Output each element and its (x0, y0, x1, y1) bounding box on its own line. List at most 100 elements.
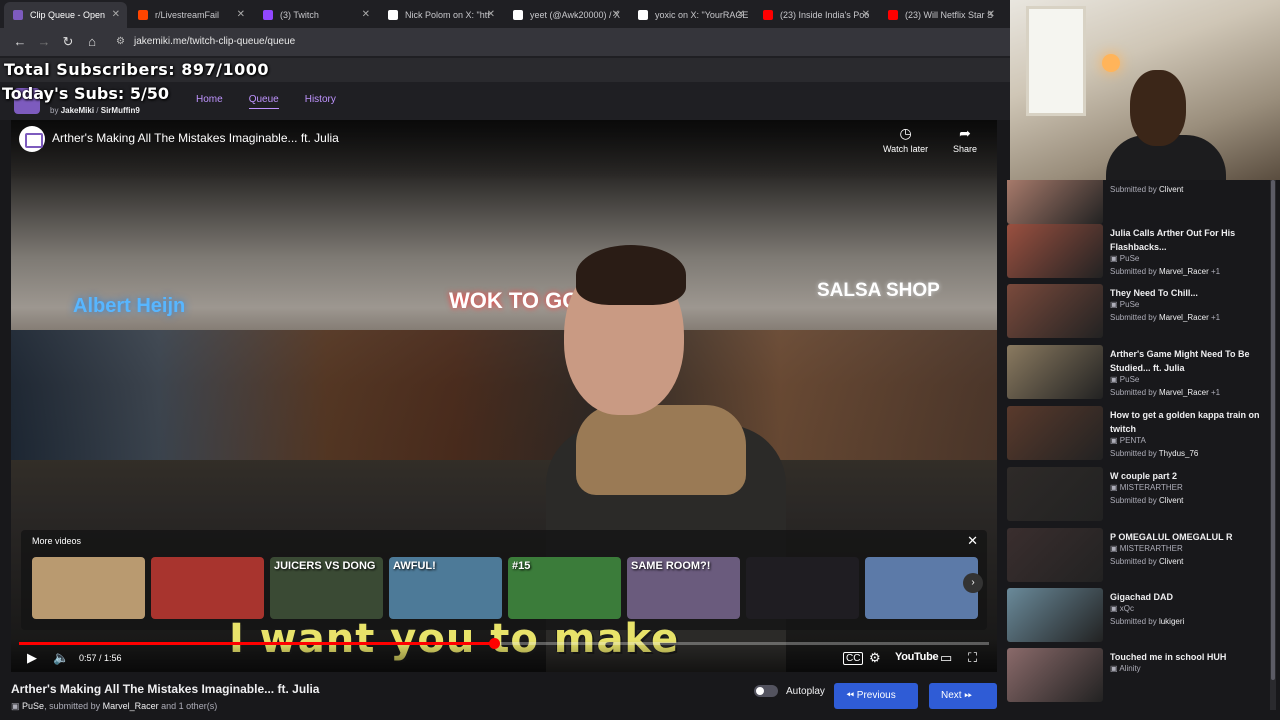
today-subs-overlay: Today's Subs: 5/50 (2, 84, 170, 103)
more-video-thumb[interactable] (32, 557, 145, 619)
sidebar-scrollbar[interactable] (1270, 180, 1276, 710)
queue-item[interactable]: Julia Calls Arther Out For His Flashback… (1007, 224, 1267, 282)
reload-icon[interactable]: ↻ (56, 30, 80, 54)
home-icon[interactable]: ⌂ (80, 30, 104, 54)
close-icon[interactable]: ✕ (967, 533, 978, 549)
submitted-label: Submitted by (1110, 313, 1157, 322)
more-video-thumb[interactable]: AWFUL! (389, 557, 502, 619)
url-field[interactable]: ⚙ jakemiki.me/twitch-clip-queue/queue (114, 31, 994, 53)
queue-item-title[interactable]: How to get a golden kappa train on twitc… (1110, 408, 1265, 436)
autoplay-switch[interactable] (754, 685, 778, 697)
queue-item[interactable]: P OMEGALUL OMEGALUL R ▣ MISTERARTHER Submi… (1007, 528, 1267, 586)
queue-item-thumbnail[interactable] (1007, 406, 1103, 460)
more-video-thumb[interactable] (151, 557, 264, 619)
forward-icon[interactable]: → (32, 30, 56, 54)
cast-icon[interactable]: ▭ (940, 650, 952, 666)
previous-button[interactable]: ⏪︎ Previous (834, 683, 918, 709)
more-video-thumb[interactable]: #15 (508, 557, 621, 619)
queue-item-channel: ▣ MISTERARTHER (1110, 544, 1183, 553)
clip-channel[interactable]: PuSe (22, 701, 44, 711)
queue-item-title[interactable]: W couple part 2 (1110, 469, 1265, 483)
more-video-thumb[interactable] (746, 557, 859, 619)
thumb-text: #15 (512, 560, 531, 572)
tab-label: (23) Will Netflix Star S (905, 10, 994, 20)
more-video-thumb[interactable]: SAME ROOM?! (627, 557, 740, 619)
queue-item-title[interactable]: They Need To Chill... (1110, 286, 1265, 300)
tab-close-icon[interactable]: ✕ (862, 2, 870, 28)
tab-close-icon[interactable]: ✕ (987, 2, 995, 28)
queue-channel-name: Cinna (1120, 180, 1141, 181)
queue-channel-name: PENTA (1119, 436, 1146, 445)
tab-label: (23) Inside India's Poo (780, 10, 870, 20)
watch-later-button[interactable]: ◷ Watch later (883, 125, 928, 154)
channel-avatar[interactable] (19, 126, 45, 152)
queue-item-thumbnail[interactable] (1007, 648, 1103, 702)
queue-item[interactable]: ▣ Cinna Submitted by Clivent (1007, 180, 1267, 228)
queue-item[interactable]: They Need To Chill... ▣ PuSe Submitted by … (1007, 284, 1267, 342)
nav-history[interactable]: History (305, 94, 336, 109)
queue-item-title[interactable]: Arther's Game Might Need To Be Studied..… (1110, 347, 1265, 375)
tab-close-icon[interactable]: ✕ (612, 2, 620, 28)
browser-tab[interactable]: (3) Twitch ✕ (254, 2, 377, 28)
back-icon[interactable]: ← (8, 30, 32, 54)
queue-item-thumbnail[interactable] (1007, 588, 1103, 642)
nav-home[interactable]: Home (196, 94, 223, 109)
queue-item-title[interactable]: P OMEGALUL OMEGALUL R (1110, 530, 1265, 544)
browser-tab[interactable]: (23) Inside India's Poo ✕ (754, 2, 877, 28)
tab-close-icon[interactable]: ✕ (737, 2, 745, 28)
tab-close-icon[interactable]: ✕ (112, 2, 120, 28)
share-button[interactable]: ➦ Share (953, 125, 977, 154)
browser-tab[interactable]: Clip Queue - Open ✕ (4, 2, 127, 28)
queue-item-thumbnail[interactable] (1007, 224, 1103, 278)
browser-tab[interactable]: yoxic on X: "YourRAGE ✕ (629, 2, 752, 28)
youtube-logo[interactable]: YouTube (895, 651, 939, 663)
video-player[interactable]: Albert Heijn WOK TO GO SALSA SHOP Arther… (11, 120, 997, 672)
queue-item[interactable]: How to get a golden kappa train on twitc… (1007, 406, 1267, 464)
thumb-text: JUICERS VS DONG (274, 560, 376, 572)
settings-gear-icon[interactable]: ⚙ (869, 650, 881, 666)
tab-close-icon[interactable]: ✕ (237, 2, 245, 28)
chevron-right-icon[interactable]: › (963, 573, 983, 593)
site-info-icon[interactable]: ⚙ (116, 31, 125, 53)
queue-item[interactable]: Touched me in school HUH ▣ Alinity (1007, 648, 1267, 706)
progress-bar[interactable] (19, 638, 989, 649)
autoplay-toggle[interactable]: Autoplay (754, 685, 825, 697)
browser-tab[interactable]: Nick Polom on X: "htt ✕ (379, 2, 502, 28)
fullscreen-icon[interactable]: ⛶ (968, 650, 977, 666)
more-video-thumb[interactable] (865, 557, 978, 619)
queue-item-thumbnail[interactable] (1007, 467, 1103, 521)
more-video-thumb[interactable]: JUICERS VS DONG (270, 557, 383, 619)
browser-tab[interactable]: (23) Will Netflix Star S ✕ (879, 2, 1002, 28)
browser-tab[interactable]: r/LivestreamFail ✕ (129, 2, 252, 28)
credits-by: by (50, 106, 59, 115)
tab-label: yoxic on X: "YourRAGE (655, 10, 749, 20)
queue-item-thumbnail[interactable] (1007, 528, 1103, 582)
play-icon[interactable]: ▶ (27, 650, 37, 666)
queue-item-title[interactable]: Julia Calls Arther Out For His Flashback… (1110, 226, 1265, 254)
volume-icon[interactable]: 🔈 (53, 650, 69, 666)
sign-albert-heijn: Albert Heijn (73, 295, 186, 317)
site-credits: by JakeMiki / SirMuffin9 (50, 106, 140, 115)
watch-later-label: Watch later (883, 144, 929, 154)
queue-item[interactable]: Gigachad DAD ▣ xQc Submitted by lukigeri (1007, 588, 1267, 646)
credits-author-2[interactable]: SirMuffin9 (101, 106, 140, 115)
tab-close-icon[interactable]: ✕ (362, 2, 370, 28)
submitter-name: Marvel_Racer (1158, 313, 1209, 322)
credits-author-1[interactable]: JakeMiki (61, 106, 94, 115)
queue-item-title[interactable]: Touched me in school HUH (1110, 650, 1265, 664)
queue-item-thumbnail[interactable] (1007, 345, 1103, 399)
queue-item-thumbnail[interactable] (1007, 284, 1103, 338)
captions-icon[interactable]: CC (843, 652, 864, 665)
clip-submitter[interactable]: Marvel_Racer (103, 701, 159, 711)
queue-item[interactable]: W couple part 2 ▣ MISTERARTHER Submitted b… (1007, 467, 1267, 525)
queue-item-title[interactable]: Gigachad DAD (1110, 590, 1265, 604)
next-button[interactable]: Next ⏩︎ (929, 683, 997, 709)
nav-queue[interactable]: Queue (248, 94, 279, 109)
queue-item-thumbnail[interactable] (1007, 180, 1103, 224)
channel-icon: ▣ (1110, 254, 1120, 263)
queue-channel-name: PuSe (1119, 375, 1140, 384)
video-title[interactable]: Arther's Making All The Mistakes Imagina… (52, 131, 339, 145)
browser-tab[interactable]: yeet (@Awk20000) / X ✕ (504, 2, 627, 28)
queue-item[interactable]: Arther's Game Might Need To Be Studied..… (1007, 345, 1267, 403)
tab-close-icon[interactable]: ✕ (487, 2, 495, 28)
